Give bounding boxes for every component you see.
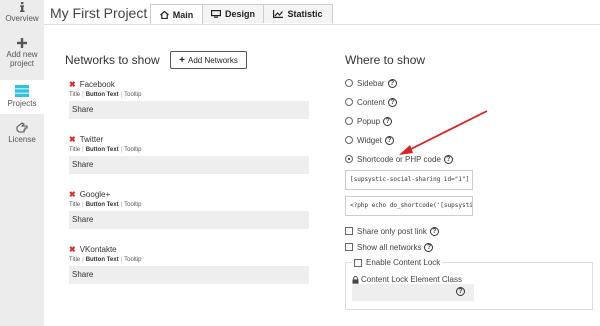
network-item-vkontakte: ✖ VKontakte Title | Button Text | Tooltip Sha… xyxy=(69,245,309,284)
radio-sidebar[interactable] xyxy=(345,79,353,87)
subtab-title[interactable]: Title xyxy=(69,92,80,98)
where-heading: Where to show xyxy=(345,53,426,67)
subtab-button-text[interactable]: Button Text xyxy=(86,147,119,153)
option-label: Content xyxy=(357,97,386,107)
content-lock-class-label: Content Lock Element Class xyxy=(352,275,462,284)
radio-shortcode[interactable] xyxy=(345,155,353,163)
networks-heading: Networks to show xyxy=(65,53,160,67)
option-label: Share only post link xyxy=(357,226,427,236)
lock-icon xyxy=(352,275,359,284)
remove-icon[interactable]: ✖ xyxy=(69,190,76,199)
network-name: Google+ xyxy=(79,190,111,199)
enable-content-lock-checkbox[interactable] xyxy=(354,258,362,267)
network-name: Facebook xyxy=(79,80,115,89)
remove-icon[interactable]: ✖ xyxy=(69,135,76,144)
help-icon[interactable]: ? xyxy=(456,287,465,296)
sidebar-item-label: License xyxy=(8,135,36,144)
tab-label: Design xyxy=(224,9,255,19)
network-subtabs: Title | Button Text | Tooltip xyxy=(69,257,142,263)
option-label: Sidebar xyxy=(357,78,385,88)
option-sidebar[interactable]: Sidebar ? xyxy=(345,77,397,89)
sidebar-item-projects[interactable]: Projects xyxy=(0,80,44,114)
tab-label: Statistic xyxy=(287,9,323,19)
tab-main[interactable]: Main xyxy=(150,4,203,24)
option-label: Widget xyxy=(357,135,382,145)
help-icon[interactable]: ? xyxy=(384,135,394,145)
subtab-button-text[interactable]: Button Text xyxy=(86,257,119,263)
monitor-icon xyxy=(210,10,221,18)
home-icon xyxy=(159,10,169,19)
share-only-post-link-checkbox[interactable] xyxy=(345,227,353,235)
subtab-title[interactable]: Title xyxy=(69,147,80,153)
sidebar: Overview Add new project Projects Licens… xyxy=(0,0,44,326)
help-icon[interactable]: ? xyxy=(383,116,393,126)
button-text-input[interactable]: Share xyxy=(69,211,309,229)
subtab-tooltip[interactable]: Tooltip xyxy=(124,202,141,208)
option-label: Popup xyxy=(357,116,381,126)
radio-content[interactable] xyxy=(345,98,353,106)
subtab-button-text[interactable]: Button Text xyxy=(86,202,119,208)
subtab-button-text[interactable]: Button Text xyxy=(86,92,119,98)
network-item-googleplus: ✖ Google+ Title | Button Text | Tooltip Share xyxy=(69,190,309,229)
sidebar-item-label: Add new project xyxy=(6,50,38,68)
radio-widget[interactable] xyxy=(345,136,353,144)
tab-label: Main xyxy=(172,9,194,20)
button-text-input[interactable]: Share xyxy=(69,156,309,174)
share-only-post-link[interactable]: Share only post link ? xyxy=(345,225,439,237)
network-subtabs: Title | Button Text | Tooltip xyxy=(69,92,142,98)
layers-icon xyxy=(15,85,29,97)
network-subtabs: Title | Button Text | Tooltip xyxy=(69,202,142,208)
network-item-twitter: ✖ Twitter Title | Button Text | Tooltip Share xyxy=(69,135,309,174)
info-icon xyxy=(20,2,25,12)
help-icon[interactable]: ? xyxy=(387,78,397,88)
enable-content-lock[interactable]: Enable Content Lock xyxy=(352,258,443,267)
chart-icon xyxy=(273,10,284,18)
php-code-field[interactable]: <?php echo do_shortcode('[supsystic-soci… xyxy=(345,196,473,216)
sidebar-item-license[interactable]: License xyxy=(0,122,44,152)
tab-statistic[interactable]: Statistic xyxy=(263,4,333,23)
tab-bar: Main Design Statistic xyxy=(150,4,333,24)
button-text-input[interactable]: Share xyxy=(69,101,309,119)
show-all-networks[interactable]: Show all networks ? xyxy=(345,241,434,253)
help-icon[interactable]: ? xyxy=(424,242,434,252)
network-item-facebook: ✖ Facebook Title | Button Text | Tooltip Shar… xyxy=(69,80,309,119)
sidebar-item-add-new-project[interactable]: Add new project xyxy=(0,38,44,76)
sidebar-item-label: Overview xyxy=(5,14,39,23)
option-label: Show all networks xyxy=(357,242,422,252)
hand-icon xyxy=(16,122,28,133)
subtab-title[interactable]: Title xyxy=(69,202,80,208)
subtab-tooltip[interactable]: Tooltip xyxy=(124,92,141,98)
subtab-title[interactable]: Title xyxy=(69,257,80,263)
sidebar-item-label: Projects xyxy=(7,99,37,108)
sidebar-item-overview[interactable]: Overview xyxy=(0,2,44,32)
show-all-networks-checkbox[interactable] xyxy=(345,243,353,251)
option-popup[interactable]: Popup ? xyxy=(345,115,393,127)
radio-popup[interactable] xyxy=(345,117,353,125)
annotation-arrow xyxy=(399,110,488,155)
remove-icon[interactable]: ✖ xyxy=(69,245,76,254)
add-networks-button[interactable]: + Add Networks xyxy=(170,51,247,69)
shortcode-field[interactable]: [supsystic-social-sharing id="1"] xyxy=(345,170,473,190)
help-icon[interactable]: ? xyxy=(388,97,398,107)
subtab-tooltip[interactable]: Tooltip xyxy=(124,147,141,153)
network-name: Twitter xyxy=(79,135,104,144)
button-text-input[interactable]: Share xyxy=(69,266,309,284)
network-name: VKontakte xyxy=(79,245,117,254)
header-divider xyxy=(44,24,600,25)
tab-design[interactable]: Design xyxy=(202,4,264,23)
remove-icon[interactable]: ✖ xyxy=(69,80,76,89)
add-networks-label: Add Networks xyxy=(188,55,238,65)
option-content[interactable]: Content ? xyxy=(345,96,398,108)
option-widget[interactable]: Widget ? xyxy=(345,134,394,146)
option-label: Enable Content Lock xyxy=(366,258,441,267)
network-subtabs: Title | Button Text | Tooltip xyxy=(69,147,142,153)
subtab-tooltip[interactable]: Tooltip xyxy=(124,257,141,263)
plus-icon xyxy=(17,38,27,48)
plus-icon: + xyxy=(179,54,186,66)
page-title: My First Project xyxy=(50,5,148,21)
help-icon[interactable]: ? xyxy=(429,226,439,236)
